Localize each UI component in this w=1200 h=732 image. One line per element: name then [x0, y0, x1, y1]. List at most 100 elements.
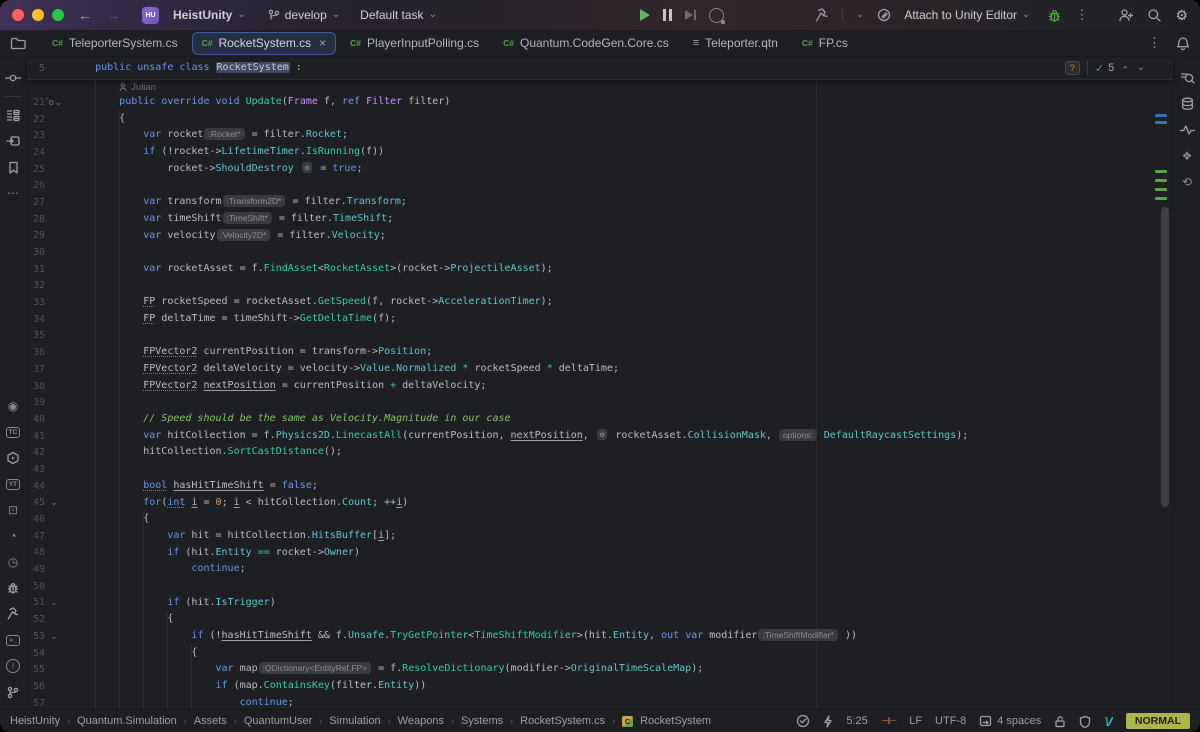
- encoding[interactable]: UTF-8: [935, 715, 966, 727]
- code-text[interactable]: {: [63, 111, 125, 128]
- code-line-56[interactable]: 56 if (map.ContainsKey(filter.Entity)): [27, 678, 1173, 695]
- code-line-22[interactable]: 22 {: [27, 111, 1173, 128]
- code-text[interactable]: // Speed should be the same as Velocity.…: [63, 411, 511, 428]
- vim-icon[interactable]: V: [1104, 714, 1113, 729]
- snapshot-icon[interactable]: ⊡: [8, 497, 18, 523]
- stripe-mark-green[interactable]: [1155, 170, 1167, 173]
- code-text[interactable]: var transform:Transform2D* = filter.Tran…: [63, 194, 407, 211]
- code-line-57[interactable]: 57 continue;: [27, 695, 1173, 709]
- more-tool-windows-icon[interactable]: ⋯: [7, 180, 19, 206]
- inlay-hint[interactable]: :Rocket*: [204, 128, 244, 140]
- inlay-hint[interactable]: :Velocity2D*: [217, 229, 271, 241]
- caret-position[interactable]: 5:25: [846, 715, 867, 727]
- project-widget[interactable]: HeistUnity⌄: [173, 8, 246, 22]
- code-line-54[interactable]: 54 {: [27, 645, 1173, 662]
- stripe-mark-blue[interactable]: [1155, 114, 1167, 117]
- code-text[interactable]: var rocketAsset = f.FindAsset<RocketAsse…: [63, 261, 553, 278]
- code-text[interactable]: if (!hasHitTimeShift && f.Unsafe.TryGetP…: [63, 628, 857, 645]
- code-text[interactable]: continue;: [63, 561, 246, 578]
- dottrace-gauge-icon[interactable]: ◔: [9, 523, 16, 549]
- tab-RocketSystem.cs[interactable]: C#RocketSystem.cs×: [192, 32, 337, 55]
- lock-icon[interactable]: [1054, 715, 1066, 728]
- code-line-51[interactable]: 51⌄ if (hit.IsTrigger): [27, 595, 1173, 612]
- restore-icon[interactable]: ⟲: [1182, 169, 1192, 195]
- breadcrumb-symbol[interactable]: RocketSystem: [640, 715, 711, 727]
- forward-icon[interactable]: →: [106, 7, 120, 23]
- indent-setting[interactable]: 4 spaces: [979, 715, 1041, 727]
- database-icon[interactable]: [1181, 91, 1194, 117]
- breadcrumb-item[interactable]: Quantum.Simulation: [77, 715, 177, 727]
- power-mode-icon[interactable]: [823, 715, 833, 728]
- code-text[interactable]: hitCollection.SortCastDistance();: [63, 444, 342, 461]
- teamcity-icon[interactable]: TC: [6, 419, 21, 445]
- code-line-36[interactable]: 36 FPVector2 currentPosition = transform…: [27, 344, 1173, 361]
- fold-chevron-icon[interactable]: ⌄: [45, 597, 63, 608]
- inlay-hint-icon[interactable]: ⚙: [597, 429, 608, 440]
- vertical-scrollbar[interactable]: [1161, 207, 1169, 507]
- minimize-window-button[interactable]: [32, 9, 44, 21]
- code-text[interactable]: var map:QDictionary<EntityRef,FP> = f.Re…: [63, 661, 703, 678]
- run-button[interactable]: [640, 9, 650, 21]
- code-text[interactable]: var rocket:Rocket* = filter.Rocket;: [63, 127, 348, 144]
- inspections-ok-icon[interactable]: ✓: [1095, 62, 1104, 75]
- prev-problem-icon[interactable]: ⌄: [1121, 63, 1129, 73]
- shield-icon[interactable]: [1079, 715, 1091, 728]
- breadcrumb-item[interactable]: Assets: [194, 715, 227, 727]
- code-line-38[interactable]: 38 FPVector2 nextPosition = currentPosit…: [27, 378, 1173, 395]
- code-line-45[interactable]: 45⌄ for(int i = 0; i < hitCollection.Cou…: [27, 495, 1173, 512]
- line-ending[interactable]: LF: [909, 715, 922, 727]
- code-text[interactable]: if (hit.IsTrigger): [63, 595, 276, 612]
- branch-widget[interactable]: develop⌄: [268, 8, 340, 22]
- code-line-34[interactable]: 34 FP deltaTime = timeShift->GetDeltaTim…: [27, 311, 1173, 328]
- build-tool-icon[interactable]: [6, 601, 20, 627]
- next-problem-icon[interactable]: ⌄: [1137, 63, 1145, 73]
- code-text[interactable]: {: [63, 645, 197, 662]
- code-text[interactable]: FP rocketSpeed = rocketAsset.GetSpeed(f,…: [63, 294, 553, 311]
- pause-button[interactable]: [663, 9, 672, 21]
- code-line-37[interactable]: 37 FPVector2 deltaVelocity = velocity->V…: [27, 361, 1173, 378]
- attach-to-unity-button[interactable]: Attach to Unity Editor⌄: [904, 8, 1030, 22]
- code-text[interactable]: FPVector2 currentPosition = transform->P…: [63, 344, 432, 361]
- code-text[interactable]: for(int i = 0; i < hitCollection.Count; …: [63, 495, 408, 512]
- search-icon[interactable]: [1147, 8, 1162, 23]
- code-line-24[interactable]: 24 if (!rocket->LifetimeTimer.IsRunning(…: [27, 144, 1173, 161]
- task-widget[interactable]: Default task⌄: [360, 8, 437, 22]
- analysis-ok-icon[interactable]: [796, 714, 810, 728]
- problems-icon[interactable]: !: [6, 653, 20, 679]
- commit-icon[interactable]: [5, 65, 21, 91]
- add-user-icon[interactable]: [1118, 8, 1134, 23]
- code-line-42[interactable]: 42 hitCollection.SortCastDistance();: [27, 444, 1173, 461]
- bookmark-icon[interactable]: [8, 154, 19, 180]
- code-line-30[interactable]: 30: [27, 244, 1173, 261]
- vim-mode-badge[interactable]: NORMAL: [1126, 713, 1190, 729]
- code-line-39[interactable]: 39: [27, 394, 1173, 411]
- sticky-header[interactable]: 5 public unsafe class RocketSystem : ? ✓…: [27, 57, 1173, 80]
- more-actions-icon[interactable]: ⋮: [1075, 7, 1089, 23]
- tab-Teleporter.qtn[interactable]: ≡Teleporter.qtn: [683, 32, 788, 55]
- back-icon[interactable]: ←: [78, 7, 92, 23]
- build-hammer-icon[interactable]: [814, 8, 829, 23]
- fold-chevron-icon[interactable]: ⌄: [45, 631, 63, 642]
- unity-icon[interactable]: ❖: [1182, 143, 1193, 169]
- tab-options-icon[interactable]: ⋮: [1148, 35, 1162, 51]
- stopwatch-icon[interactable]: ◷: [8, 549, 18, 575]
- code-line-35[interactable]: 35: [27, 328, 1173, 345]
- inlay-hint[interactable]: :QDictionary<EntityRef,FP>: [259, 662, 371, 674]
- code-line-21[interactable]: 21ˆo⌄ public override void Update(Frame …: [27, 94, 1173, 111]
- code-text[interactable]: var hit = hitCollection.HitsBuffer[i];: [63, 528, 396, 545]
- code-area[interactable]: Julian21ˆo⌄ public override void Update(…: [27, 80, 1173, 709]
- stripe-mark-green[interactable]: [1155, 188, 1167, 191]
- inlay-hint[interactable]: :TimeShift*: [223, 212, 272, 224]
- services-icon[interactable]: [6, 445, 20, 471]
- profiler-pulse-icon[interactable]: [1180, 117, 1195, 143]
- code-line-47[interactable]: 47 var hit = hitCollection.HitsBuffer[i]…: [27, 528, 1173, 545]
- sticky-code[interactable]: public unsafe class RocketSystem :: [63, 60, 302, 77]
- close-window-button[interactable]: [12, 9, 24, 21]
- code-line-49[interactable]: 49 continue;: [27, 561, 1173, 578]
- code-line-50[interactable]: 50: [27, 578, 1173, 595]
- code-text[interactable]: public override void Update(Frame f, ref…: [63, 94, 450, 111]
- code-line-43[interactable]: 43: [27, 461, 1173, 478]
- stripe-mark-blue[interactable]: [1155, 121, 1167, 124]
- fold-chevron-icon[interactable]: ˆo⌄: [45, 97, 63, 108]
- code-text[interactable]: FP deltaTime = timeShift->GetDeltaTime(f…: [63, 311, 396, 328]
